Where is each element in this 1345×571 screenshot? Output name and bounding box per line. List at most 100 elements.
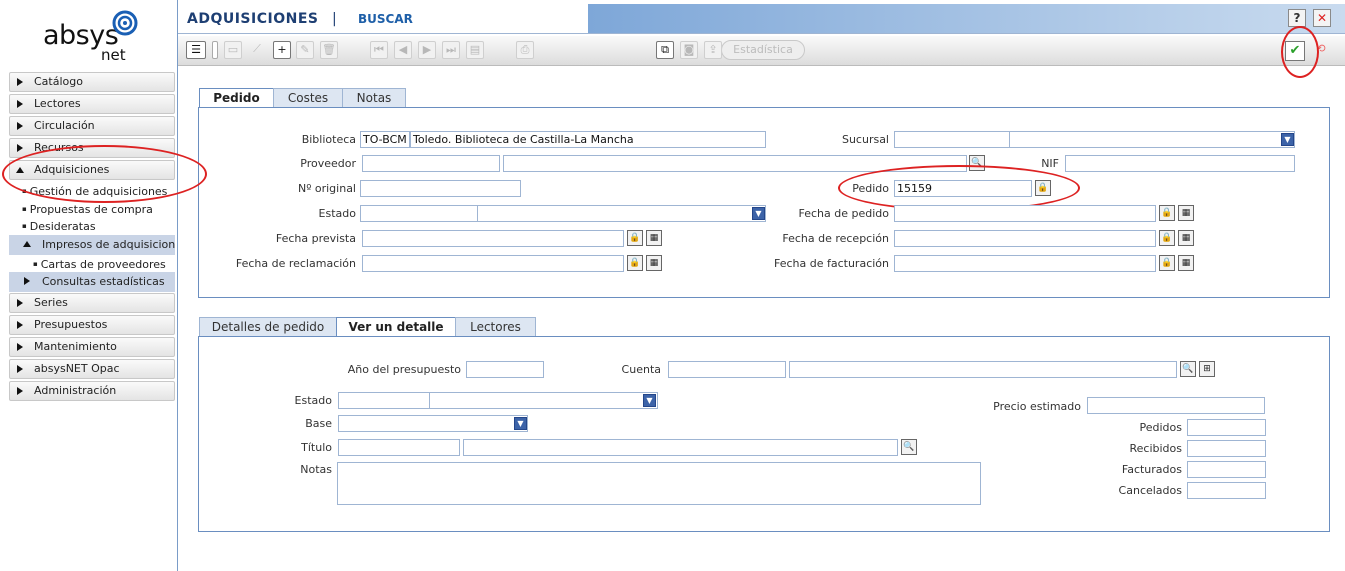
proveedor-code-field[interactable] [362,155,500,172]
cancelados-field[interactable] [1187,482,1266,499]
previous-record-icon[interactable]: ◀ [394,41,412,59]
sidebar-item-presupuestos[interactable]: Presupuestos [9,315,175,335]
camera-icon[interactable]: ◙ [680,41,698,59]
sidebar-item-series[interactable]: Series [9,293,175,313]
duplicate-icon[interactable]: ⧉ [656,41,674,59]
anio-label: Año del presupuesto [347,363,461,376]
notas-textarea[interactable] [337,462,981,505]
tree-icon[interactable]: ⊞ [1199,361,1215,377]
last-record-icon[interactable]: ⏭ [442,41,460,59]
biblioteca-code-field[interactable]: TO-BCM [360,131,410,148]
estado-label: Estado [318,207,356,220]
new-record-icon[interactable]: + [273,41,291,59]
estado-name-field[interactable] [477,205,766,222]
detalle-estado-name-field[interactable] [429,392,658,409]
fecha-facturacion-field[interactable] [894,255,1156,272]
titulo-label: Título [301,441,332,454]
lock-icon[interactable]: 🔒 [1035,180,1051,196]
search-icon[interactable]: 🔍 [969,155,985,171]
calendar-icon[interactable]: ▦ [1178,230,1194,246]
nif-label: NIF [1041,157,1059,170]
precio-field[interactable] [1087,397,1265,414]
search-icon[interactable]: 🔍 [1180,361,1196,377]
cuenta-code-field[interactable] [668,361,786,378]
lock-icon[interactable]: 🔒 [1159,205,1175,221]
lock-icon[interactable]: 🔒 [627,230,643,246]
next-record-icon[interactable]: ▶ [418,41,436,59]
sidebar-item-opac[interactable]: absysNET Opac [9,359,175,379]
biblioteca-name-field[interactable]: Toledo. Biblioteca de Castilla-La Mancha [410,131,766,148]
mode-label: BUSCAR [358,12,413,26]
statistics-button[interactable]: Estadística [721,40,805,60]
tab-notas[interactable]: Notas [342,88,406,108]
facturados-field[interactable] [1187,461,1266,478]
first-record-icon[interactable]: ⏮ [370,41,388,59]
view-menu-icon[interactable]: ☰ [186,41,206,59]
proveedor-name-field[interactable] [503,155,967,172]
sidebar-item-mantenimiento[interactable]: Mantenimiento [9,337,175,357]
lock-icon[interactable]: 🔒 [1159,230,1175,246]
detalle-estado-code-field[interactable] [338,392,430,409]
tab-pedido[interactable]: Pedido [199,88,274,109]
calendar-icon[interactable]: ▦ [646,230,662,246]
sidebar-sub-propuestas[interactable]: Propuestas de compra [22,202,153,217]
base-dropdown-icon[interactable]: ▼ [514,417,527,430]
copy-record-icon[interactable]: ▭ [224,41,242,59]
calendar-icon[interactable]: ▦ [1178,255,1194,271]
sidebar-sub-consultas[interactable]: Consultas estadísticas [9,272,175,292]
lock-icon[interactable]: 🔒 [627,255,643,271]
search-icon[interactable]: ⟋ [248,41,266,59]
sidebar-item-administracion[interactable]: Administración [9,381,175,401]
close-button[interactable]: ✕ [1313,9,1331,27]
sucursal-dropdown-icon[interactable]: ▼ [1281,133,1294,146]
nif-field[interactable] [1065,155,1295,172]
tab-lectores[interactable]: Lectores [455,317,536,337]
sidebar-sub-desideratas[interactable]: Desideratas [22,219,96,234]
search-icon[interactable]: 🔍 [901,439,917,455]
confirm-button[interactable]: ✔ [1285,41,1305,61]
recibidos-field[interactable] [1187,440,1266,457]
norig-field[interactable] [360,180,521,197]
help-button[interactable]: ? [1288,9,1306,27]
pedido-field[interactable]: 15159 [894,180,1032,197]
sucursal-code-field[interactable] [894,131,1010,148]
tab-detalles-pedido[interactable]: Detalles de pedido [199,317,337,337]
sidebar-sub-cartas[interactable]: Cartas de proveedores [33,257,166,272]
print-icon[interactable]: ⎙ [516,41,534,59]
sidebar-item-circulacion[interactable]: Circulación [9,116,175,136]
sidebar-item-catalogo[interactable]: Catálogo [9,72,175,92]
fecha-prevista-field[interactable] [362,230,624,247]
titulo-code-field[interactable] [338,439,460,456]
tab-costes[interactable]: Costes [273,88,343,108]
delete-record-icon[interactable]: 🗑 [320,41,338,59]
list-view-icon[interactable]: ▤ [466,41,484,59]
sidebar-item-adquisiciones[interactable]: Adquisiciones [9,160,175,180]
cuenta-name-field[interactable] [789,361,1177,378]
sidebar-item-lectores[interactable]: Lectores [9,94,175,114]
fecha-reclamacion-field[interactable] [362,255,624,272]
titulo-name-field[interactable] [463,439,898,456]
proveedor-label: Proveedor [300,157,356,170]
calendar-icon[interactable]: ▦ [1178,205,1194,221]
lock-icon[interactable]: 🔒 [1159,255,1175,271]
base-field[interactable] [338,415,528,432]
edit-record-icon[interactable]: ✎ [296,41,314,59]
tab-ver-detalle[interactable]: Ver un detalle [336,317,456,338]
calendar-icon[interactable]: ▦ [646,255,662,271]
cancel-icon[interactable]: ⟲ [1312,41,1330,59]
logo: absys net [0,0,178,68]
fecha-recepcion-field[interactable] [894,230,1156,247]
export-icon[interactable]: ⇪ [704,41,722,59]
detalle-estado-dropdown-icon[interactable]: ▼ [643,394,656,407]
anio-field[interactable] [466,361,544,378]
sidebar-item-label: Presupuestos [34,318,108,331]
sidebar-sub-impresos[interactable]: Impresos de adquisiciones [9,235,175,255]
estado-code-field[interactable] [360,205,478,222]
fecha-pedido-field[interactable] [894,205,1156,222]
estado-dropdown-icon[interactable]: ▼ [752,207,765,220]
expand-arrow-icon [17,387,23,395]
sidebar-sub-gestion[interactable]: Gestión de adquisiciones [22,184,168,199]
sucursal-name-field[interactable] [1009,131,1295,148]
pedidos-field[interactable] [1187,419,1266,436]
sidebar-item-recursos[interactable]: Recursos [9,138,175,158]
